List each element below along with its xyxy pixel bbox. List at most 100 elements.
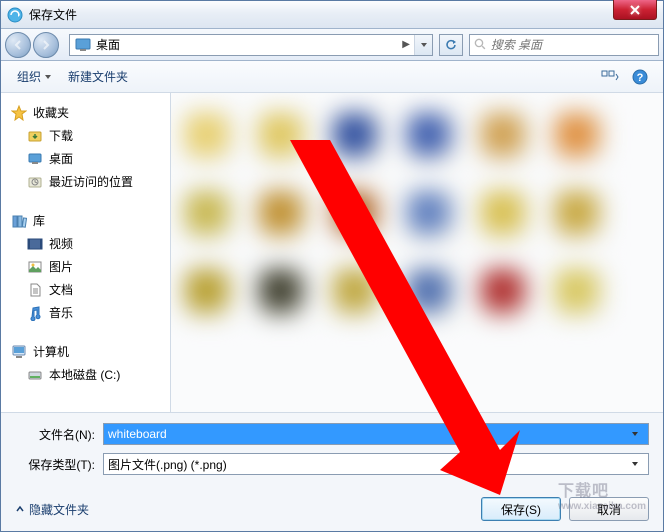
sidebar-item-videos[interactable]: 视频 xyxy=(5,232,166,255)
svg-text:?: ? xyxy=(637,72,644,84)
address-dropdown[interactable] xyxy=(414,35,432,55)
pictures-label: 图片 xyxy=(49,258,73,275)
nav-back-button[interactable] xyxy=(5,32,31,58)
filename-dropdown[interactable] xyxy=(626,424,644,444)
file-thumbnail[interactable] xyxy=(329,265,385,321)
favorites-label: 收藏夹 xyxy=(33,104,69,121)
button-row: 隐藏文件夹 保存(S) 取消 xyxy=(1,491,663,531)
documents-label: 文档 xyxy=(49,281,73,298)
favorites-header[interactable]: 收藏夹 xyxy=(5,101,166,124)
filename-value: whiteboard xyxy=(108,427,167,441)
filename-row: 文件名(N): whiteboard xyxy=(15,423,649,445)
computer-label: 计算机 xyxy=(33,343,69,360)
sidebar-item-documents[interactable]: 文档 xyxy=(5,278,166,301)
organize-label: 组织 xyxy=(17,68,41,85)
downloads-label: 下载 xyxy=(49,127,73,144)
file-thumbnail[interactable] xyxy=(255,109,311,165)
close-button[interactable] xyxy=(613,0,657,20)
star-icon xyxy=(11,105,27,121)
file-thumbnail[interactable] xyxy=(255,265,311,321)
file-thumbnail[interactable] xyxy=(477,109,533,165)
drive-c-label: 本地磁盘 (C:) xyxy=(49,366,120,383)
new-folder-button[interactable]: 新建文件夹 xyxy=(62,65,134,88)
downloads-icon xyxy=(27,128,43,144)
nav-forward-button[interactable] xyxy=(33,32,59,58)
sidebar-item-music[interactable]: 音乐 xyxy=(5,301,166,324)
filetype-row: 保存类型(T): 图片文件(.png) (*.png) xyxy=(15,453,649,475)
computer-group: 计算机 本地磁盘 (C:) xyxy=(5,340,166,386)
hide-folders-link[interactable]: 隐藏文件夹 xyxy=(15,501,89,518)
navigation-pane: 收藏夹 下载 桌面 最近访问的位置 库 xyxy=(1,93,171,412)
filetype-dropdown[interactable] xyxy=(626,454,644,474)
file-thumbnail[interactable] xyxy=(181,109,237,165)
save-button[interactable]: 保存(S) xyxy=(481,497,561,521)
libraries-label: 库 xyxy=(33,212,45,229)
hide-folders-label: 隐藏文件夹 xyxy=(29,501,89,518)
drive-icon xyxy=(27,367,43,383)
libraries-group: 库 视频 图片 文档 音乐 xyxy=(5,209,166,324)
view-options-button[interactable] xyxy=(597,66,623,88)
sidebar-item-downloads[interactable]: 下载 xyxy=(5,124,166,147)
help-button[interactable]: ? xyxy=(627,66,653,88)
sidebar-item-pictures[interactable]: 图片 xyxy=(5,255,166,278)
cancel-button[interactable]: 取消 xyxy=(569,497,649,521)
file-thumbnail[interactable] xyxy=(329,187,385,243)
music-label: 音乐 xyxy=(49,304,73,321)
desktop-label: 桌面 xyxy=(49,150,73,167)
navigation-bar: 桌面 ▶ xyxy=(1,29,663,61)
music-icon xyxy=(27,305,43,321)
chevron-up-icon xyxy=(15,504,25,514)
chevron-down-icon xyxy=(44,73,52,81)
refresh-button[interactable] xyxy=(439,34,463,56)
desktop-small-icon xyxy=(27,151,43,167)
recent-icon xyxy=(27,174,43,190)
filename-input[interactable]: whiteboard xyxy=(103,423,649,445)
file-thumbnail[interactable] xyxy=(477,265,533,321)
app-icon xyxy=(7,7,23,23)
toolbar: 组织 新建文件夹 ? xyxy=(1,61,663,93)
filename-label: 文件名(N): xyxy=(15,426,95,443)
filetype-label: 保存类型(T): xyxy=(15,456,95,473)
libraries-header[interactable]: 库 xyxy=(5,209,166,232)
file-thumbnail[interactable] xyxy=(403,109,459,165)
filetype-value: 图片文件(.png) (*.png) xyxy=(108,456,227,473)
documents-icon xyxy=(27,282,43,298)
window-title: 保存文件 xyxy=(29,6,77,23)
recent-label: 最近访问的位置 xyxy=(49,173,133,190)
save-file-dialog: 保存文件 桌面 ▶ xyxy=(0,0,664,532)
thumbnail-grid xyxy=(171,93,663,337)
desktop-icon xyxy=(74,36,92,54)
file-thumbnail[interactable] xyxy=(329,109,385,165)
sidebar-item-recent[interactable]: 最近访问的位置 xyxy=(5,170,166,193)
file-thumbnail[interactable] xyxy=(477,187,533,243)
file-thumbnail[interactable] xyxy=(551,109,607,165)
file-thumbnail[interactable] xyxy=(181,187,237,243)
file-list-pane[interactable] xyxy=(171,93,663,412)
sidebar-item-desktop[interactable]: 桌面 xyxy=(5,147,166,170)
body-area: 收藏夹 下载 桌面 最近访问的位置 库 xyxy=(1,93,663,412)
file-thumbnail[interactable] xyxy=(255,187,311,243)
favorites-group: 收藏夹 下载 桌面 最近访问的位置 xyxy=(5,101,166,193)
breadcrumb-separator: ▶ xyxy=(398,39,414,50)
computer-header[interactable]: 计算机 xyxy=(5,340,166,363)
file-thumbnail[interactable] xyxy=(181,265,237,321)
search-icon xyxy=(474,38,487,52)
search-box[interactable] xyxy=(469,34,659,56)
file-thumbnail[interactable] xyxy=(403,265,459,321)
computer-icon xyxy=(11,344,27,360)
videos-label: 视频 xyxy=(49,235,73,252)
new-folder-label: 新建文件夹 xyxy=(68,68,128,85)
organize-menu[interactable]: 组织 xyxy=(11,65,58,88)
pictures-icon xyxy=(27,259,43,275)
titlebar: 保存文件 xyxy=(1,1,663,29)
file-thumbnail[interactable] xyxy=(403,187,459,243)
filetype-select[interactable]: 图片文件(.png) (*.png) xyxy=(103,453,649,475)
file-thumbnail[interactable] xyxy=(551,187,607,243)
bottom-panel: 文件名(N): whiteboard 保存类型(T): 图片文件(.png) (… xyxy=(1,412,663,491)
libraries-icon xyxy=(11,213,27,229)
address-location: 桌面 xyxy=(96,36,398,53)
file-thumbnail[interactable] xyxy=(551,265,607,321)
address-bar[interactable]: 桌面 ▶ xyxy=(69,34,433,56)
sidebar-item-drive-c[interactable]: 本地磁盘 (C:) xyxy=(5,363,166,386)
search-input[interactable] xyxy=(491,38,654,52)
